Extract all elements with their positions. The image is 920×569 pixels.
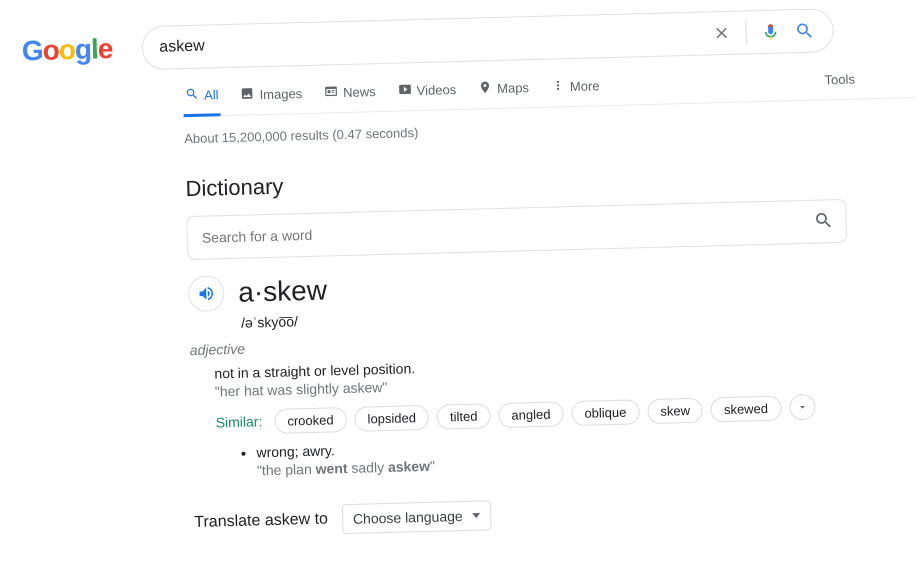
translate-row: Translate askew to Choose language [194, 491, 855, 538]
similar-row: Similar: crooked lopsided tilted angled … [215, 393, 851, 436]
similar-chip[interactable]: tilted [437, 403, 491, 429]
dictionary-heading: Dictionary [185, 159, 845, 202]
clear-icon[interactable] [708, 19, 737, 48]
similar-label: Similar: [215, 413, 262, 430]
list-item: wrong; awry. "the plan went sadly askew" [256, 429, 853, 479]
dictionary-search-box[interactable] [186, 199, 847, 260]
similar-chip[interactable]: crooked [274, 407, 347, 434]
google-logo[interactable]: G o o g l e [21, 33, 112, 67]
pin-icon [478, 80, 492, 97]
news-icon [324, 84, 338, 101]
tab-videos[interactable]: Videos [395, 80, 458, 111]
search-input[interactable] [157, 23, 708, 57]
search-icon[interactable] [813, 210, 834, 234]
more-icon [551, 78, 565, 95]
results-area: About 15,200,000 results (0.47 seconds) … [184, 100, 855, 538]
result-stats: About 15,200,000 results (0.47 seconds) [184, 114, 844, 146]
sub-definition-list: wrong; awry. "the plan went sadly askew" [256, 429, 853, 479]
tools-button[interactable]: Tools [824, 72, 855, 98]
search-box[interactable] [142, 8, 835, 70]
tab-images[interactable]: Images [238, 84, 304, 115]
dictionary-search-input[interactable] [200, 213, 814, 247]
tab-maps[interactable]: Maps [476, 78, 532, 108]
tab-label: Maps [497, 80, 529, 96]
language-select[interactable]: Choose language [342, 500, 492, 534]
tab-more[interactable]: More [549, 76, 602, 106]
expand-button[interactable] [789, 394, 816, 421]
tab-label: Videos [416, 82, 456, 98]
similar-chip[interactable]: angled [498, 401, 564, 428]
tab-label: Images [259, 86, 302, 102]
tab-all[interactable]: All [183, 86, 221, 117]
tab-label: All [204, 87, 219, 102]
voice-icon[interactable] [757, 17, 786, 46]
video-icon [397, 82, 411, 99]
similar-chip[interactable]: skewed [711, 395, 782, 422]
tab-news[interactable]: News [322, 82, 378, 112]
translate-label: Translate askew to [194, 511, 328, 532]
search-icon[interactable] [791, 17, 820, 46]
separator [746, 20, 748, 44]
search-icon [185, 87, 199, 104]
similar-chip[interactable]: lopsided [354, 404, 429, 431]
similar-chip[interactable]: oblique [571, 399, 640, 426]
pronounce-button[interactable] [188, 275, 225, 312]
image-icon [240, 86, 254, 103]
tab-label: More [570, 78, 600, 94]
headword: a·skew [238, 274, 328, 308]
similar-chip[interactable]: skew [647, 397, 703, 423]
search-header: G o o g l e [0, 0, 914, 74]
tab-label: News [343, 84, 376, 100]
